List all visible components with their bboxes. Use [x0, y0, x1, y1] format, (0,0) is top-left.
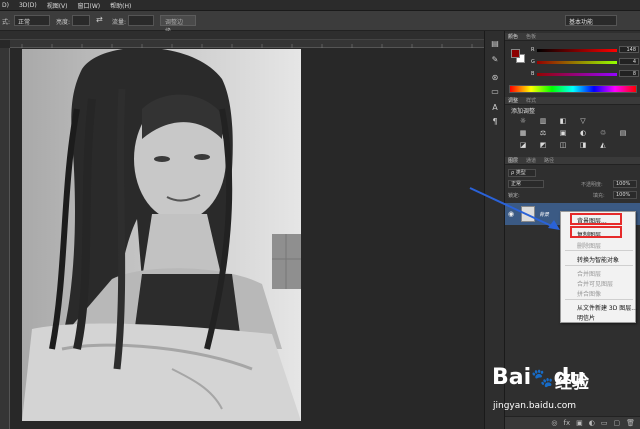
- layer-kind-select[interactable]: ρ 类型: [508, 169, 536, 177]
- photo-filter-icon[interactable]: ◐: [573, 129, 593, 138]
- opacity-label: 不透明度:: [581, 182, 603, 188]
- tab-layers[interactable]: 图层: [508, 157, 518, 164]
- g-value[interactable]: 4: [619, 58, 639, 65]
- canvas-photo[interactable]: [22, 49, 301, 421]
- options-bar: 式: 正常 亮度: ⇄ 流量: 调整边缘... 基本功能: [0, 11, 640, 35]
- paragraph-icon[interactable]: ¶: [490, 117, 500, 127]
- menu-item-3d[interactable]: 3D(D): [19, 2, 37, 9]
- color-panel-tabs: 颜色 色板: [505, 33, 640, 41]
- annotation-arrow: [469, 187, 560, 230]
- menu-item-postcard[interactable]: 明信片: [577, 313, 595, 322]
- mode-label: 式:: [2, 19, 11, 26]
- opacity-value[interactable]: 100%: [613, 180, 637, 188]
- vertical-ruler: [0, 48, 10, 429]
- menu-item-merge-visible[interactable]: 合并可见图层: [577, 279, 613, 288]
- layers-panel-tabs: 图层 通道 路径: [505, 157, 640, 165]
- menu-separator: [565, 299, 633, 300]
- clone-source-icon[interactable]: ⊛: [490, 73, 500, 83]
- levels-icon[interactable]: ▥: [533, 117, 553, 126]
- posterize-icon[interactable]: ◩: [533, 141, 553, 150]
- color-lookup-icon[interactable]: ▤: [613, 129, 633, 138]
- channel-mixer-icon[interactable]: ♲: [593, 129, 613, 138]
- threshold-icon[interactable]: ◫: [553, 141, 573, 150]
- tab-adjustments[interactable]: 调整: [508, 97, 518, 104]
- adjust-title: 添加调整: [511, 108, 536, 115]
- opacity-input[interactable]: [72, 15, 90, 26]
- workspace-select[interactable]: 基本功能: [565, 15, 617, 26]
- new-group-icon[interactable]: ▭: [601, 419, 608, 427]
- b-value[interactable]: 8: [619, 70, 639, 77]
- layer-filter-row: ρ 类型: [505, 168, 640, 178]
- gradient-map-icon[interactable]: ▽: [573, 117, 593, 126]
- curves-icon[interactable]: ◧: [553, 117, 573, 126]
- link-layers-icon[interactable]: ◎: [551, 419, 557, 427]
- menu-separator: [565, 265, 633, 266]
- tab-color[interactable]: 颜色: [508, 33, 518, 40]
- menu-item-convert-smart-object[interactable]: 转换为智能对象: [577, 255, 619, 264]
- r-label: R: [531, 47, 535, 53]
- tab-paths[interactable]: 路径: [544, 157, 554, 164]
- jingyan-brand: 经验: [555, 373, 589, 393]
- watermark-url: jingyan.baidu.com: [493, 401, 577, 411]
- b-label: B: [531, 71, 535, 77]
- g-slider[interactable]: [537, 61, 617, 64]
- layer-style-icon[interactable]: fx: [564, 419, 571, 427]
- r-slider[interactable]: [537, 49, 617, 52]
- flow-input[interactable]: [128, 15, 154, 26]
- gradient-icon[interactable]: ◭: [593, 141, 613, 150]
- brightness-icon[interactable]: ☼: [513, 117, 533, 126]
- tab-swatches[interactable]: 色板: [526, 33, 536, 40]
- menu-item-layer[interactable]: D): [2, 2, 9, 9]
- empty-slot: [593, 117, 613, 126]
- empty-slot: [613, 141, 633, 150]
- adjust-panel-tabs: 调整 样式: [505, 97, 640, 105]
- character-icon[interactable]: A: [490, 103, 500, 113]
- flow-label: 流量:: [112, 19, 127, 26]
- adjustment-icons: ☼ ▥ ◧ ▽ ▦ ⚖ ▣ ◐ ♲ ▤ ◪ ◩ ◫ ◨ ◭: [513, 117, 633, 150]
- fill-value[interactable]: 100%: [613, 191, 637, 199]
- g-label: G: [531, 59, 535, 65]
- document-tab-row: [0, 31, 484, 40]
- menu-item-merge-layers[interactable]: 合并图层: [577, 269, 601, 278]
- tab-channels[interactable]: 通道: [526, 157, 536, 164]
- new-adjustment-icon[interactable]: ◐: [589, 419, 595, 427]
- vibrance-icon[interactable]: ▦: [513, 129, 533, 138]
- highlight-box-top: [570, 213, 622, 225]
- swap-icon[interactable]: ⇄: [96, 15, 103, 24]
- trash-icon[interactable]: 🗑: [626, 419, 635, 427]
- menu-separator: [565, 250, 633, 251]
- color-balance-icon[interactable]: ⚖: [533, 129, 553, 138]
- r-value[interactable]: 148: [619, 46, 639, 53]
- color-spectrum[interactable]: [509, 85, 637, 93]
- b-slider[interactable]: [537, 73, 617, 76]
- horizontal-ruler: [10, 40, 484, 48]
- tab-styles[interactable]: 样式: [526, 97, 536, 104]
- mode-select[interactable]: 正常: [14, 15, 50, 26]
- fill-label: 填充:: [593, 193, 605, 199]
- properties-icon[interactable]: ▭: [490, 87, 500, 97]
- brush-icon[interactable]: ✎: [490, 55, 500, 65]
- empty-slot: [613, 117, 633, 126]
- opacity-label: 亮度:: [56, 19, 71, 26]
- black-white-icon[interactable]: ▣: [553, 129, 573, 138]
- menu-item-window[interactable]: 窗口(W): [78, 1, 101, 10]
- selective-color-icon[interactable]: ◨: [573, 141, 593, 150]
- add-mask-icon[interactable]: ▣: [576, 419, 583, 427]
- foreground-swatch-top: [511, 49, 520, 58]
- highlight-box-duplicate: [570, 226, 622, 238]
- menu-item-new-3d-layer[interactable]: 从文件新建 3D 图层...: [577, 303, 637, 312]
- menu-item-view[interactable]: 视图(V): [47, 1, 68, 10]
- refine-edge-button[interactable]: 调整边缘...: [160, 15, 196, 35]
- invert-icon[interactable]: ◪: [513, 141, 533, 150]
- baidu-jingyan-watermark: Bai🐾du 经验 jingyan.baidu.com: [487, 360, 607, 420]
- menu-item-delete-layer[interactable]: 删除图层: [577, 241, 601, 250]
- menu-bar: D) 3D(D) 视图(V) 窗口(W) 帮助(H): [0, 0, 640, 11]
- menu-item-flatten-image[interactable]: 拼合图像: [577, 289, 601, 298]
- new-layer-icon[interactable]: ▢: [613, 419, 620, 427]
- menu-item-help[interactable]: 帮助(H): [110, 1, 131, 10]
- history-icon[interactable]: ▤: [490, 39, 500, 49]
